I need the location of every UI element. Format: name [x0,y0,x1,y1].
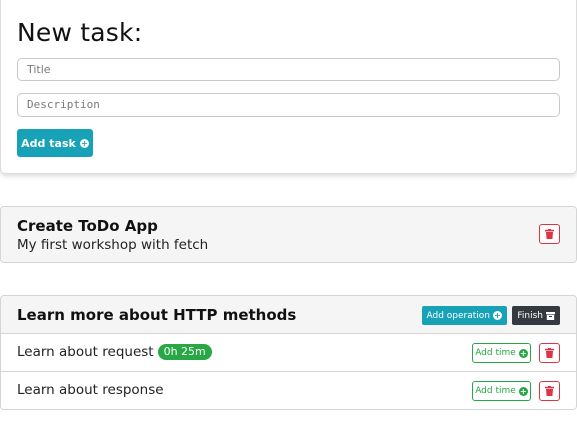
task-card: Learn more about HTTP methods Add operat… [0,295,577,410]
operation-label: Learn about request 0h 25m [17,344,212,360]
finish-task-button[interactable]: Finish [512,306,560,325]
add-operation-button[interactable]: Add operation + [421,306,507,325]
delete-task-button[interactable] [539,224,560,244]
task-description-input[interactable] [17,93,560,117]
operation-description: Learn about response [17,382,164,398]
add-task-label: Add task [21,136,76,150]
time-spent-badge: 0h 25m [157,344,212,360]
delete-operation-button[interactable] [539,381,560,401]
new-task-form: New task: Add task + [0,0,577,174]
add-time-label: Add time [475,348,516,358]
operation-description: Learn about request [17,344,154,360]
task-description: My first workshop with fetch [17,237,209,253]
trash-icon [545,386,554,396]
operation-row: Learn about response Add time + [1,372,576,409]
operation-row: Learn about request 0h 25m Add time + [1,334,576,372]
add-time-button[interactable]: Add time + [472,381,531,401]
delete-operation-button[interactable] [539,343,560,363]
trash-icon [545,348,554,358]
plus-circle-icon: + [493,311,502,320]
task-title-input[interactable] [17,58,560,81]
task-header: Learn more about HTTP methods Add operat… [1,296,576,334]
new-task-heading: New task: [17,18,143,47]
add-operation-label: Add operation [426,310,491,321]
finish-label: Finish [517,310,543,321]
task-title: Create ToDo App [17,217,158,235]
plus-circle-icon: + [518,386,528,396]
add-task-button[interactable]: Add task + [17,129,93,157]
add-time-button[interactable]: Add time + [472,343,531,363]
archive-icon [546,311,555,320]
plus-circle-icon: + [79,138,89,148]
add-time-label: Add time [475,386,516,396]
plus-circle-icon: + [518,348,528,358]
task-title: Learn more about HTTP methods [17,306,297,324]
task-card: Create ToDo App My first workshop with f… [0,206,577,263]
operation-label: Learn about response [17,382,164,398]
trash-icon [545,229,554,239]
task-header: Create ToDo App My first workshop with f… [1,207,576,262]
